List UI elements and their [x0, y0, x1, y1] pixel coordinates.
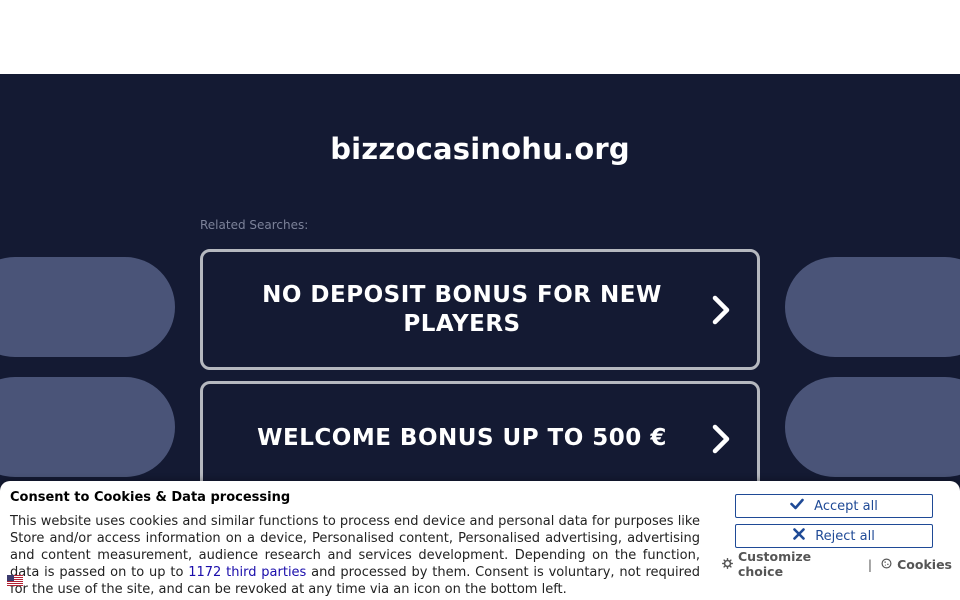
cookie-consent-banner: Consent to Cookies & Data processing Thi…	[0, 481, 960, 600]
close-icon	[793, 528, 805, 544]
decorative-pill	[785, 377, 960, 477]
cookies-label: Cookies	[897, 556, 952, 572]
link-separator: |	[867, 556, 873, 572]
related-search-label: NO DEPOSIT BONUS FOR NEW PLAYERS	[262, 281, 662, 337]
chevron-right-icon	[701, 419, 741, 459]
check-icon	[790, 498, 804, 514]
consent-links: Customize choice | Cookies	[722, 549, 952, 579]
reject-all-label: Reject all	[815, 528, 875, 544]
consent-title: Consent to Cookies & Data processing	[10, 490, 291, 505]
gear-icon	[722, 557, 733, 572]
third-parties-link[interactable]: 1172 third parties	[188, 565, 306, 580]
consent-text: This website uses cookies and similar fu…	[10, 513, 700, 598]
decorative-pill	[785, 257, 960, 357]
accept-all-label: Accept all	[814, 498, 878, 514]
language-flag-icon[interactable]	[7, 571, 23, 586]
chevron-right-icon	[701, 290, 741, 330]
cookie-icon	[881, 557, 892, 572]
domain-title: bizzocasinohu.org	[330, 132, 630, 166]
related-search-label: WELCOME BONUS UP TO 500 €	[257, 425, 667, 451]
cookies-link[interactable]: Cookies	[881, 557, 952, 572]
customize-choice-link[interactable]: Customize choice	[722, 549, 859, 579]
decorative-pill	[0, 257, 175, 357]
related-search-link[interactable]: NO DEPOSIT BONUS FOR NEW PLAYERS	[200, 249, 760, 370]
customize-choice-label: Customize choice	[738, 549, 812, 579]
accept-all-button[interactable]: Accept all	[735, 494, 933, 518]
top-bar	[0, 0, 960, 74]
related-searches-label: Related Searches:	[200, 218, 309, 232]
reject-all-button[interactable]: Reject all	[735, 524, 933, 548]
decorative-pill	[0, 377, 175, 477]
